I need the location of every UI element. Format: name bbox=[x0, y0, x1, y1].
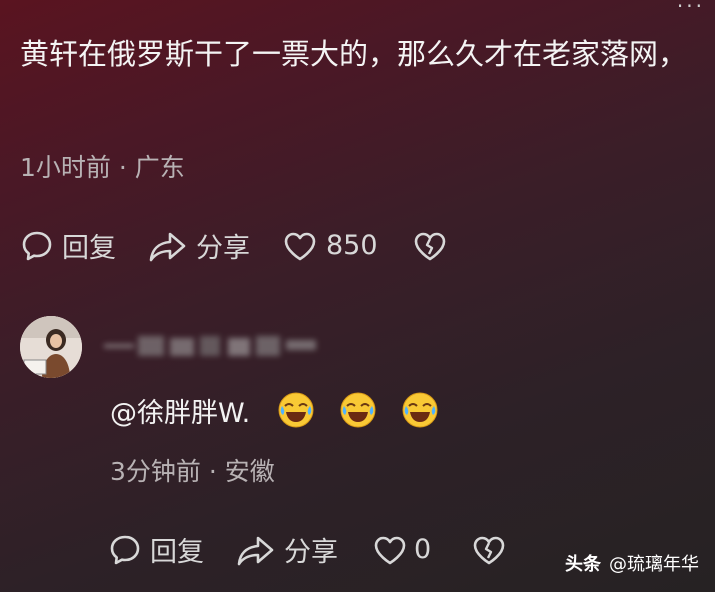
user-photo bbox=[20, 316, 82, 378]
avatar[interactable] bbox=[20, 316, 82, 378]
comment-actions: 回复 分享 850 bbox=[20, 226, 448, 265]
reply-label: 回复 bbox=[62, 233, 116, 264]
crying-laughing-emoji-icon bbox=[278, 392, 314, 428]
share-arrow-icon bbox=[149, 232, 186, 261]
like-button[interactable]: 850 bbox=[282, 229, 378, 263]
comment-meta: 1小时前 · 广东 bbox=[20, 153, 185, 182]
reply-label: 回复 bbox=[150, 537, 204, 568]
mention-link[interactable]: @徐胖胖W. bbox=[110, 391, 250, 430]
like-count: 850 bbox=[326, 230, 378, 261]
broken-heart-icon bbox=[414, 232, 445, 260]
reply-button[interactable]: 回复 bbox=[108, 530, 204, 569]
heart-icon bbox=[374, 536, 406, 564]
blurred-username bbox=[104, 332, 324, 358]
watermark-brand: 头条 bbox=[565, 554, 601, 575]
share-button[interactable]: 分享 bbox=[236, 530, 338, 569]
crying-laughing-emoji-icon bbox=[402, 392, 438, 428]
share-label: 分享 bbox=[284, 537, 338, 568]
chat-bubble-icon bbox=[110, 535, 140, 564]
broken-heart-icon bbox=[473, 536, 505, 564]
share-button[interactable]: 分享 bbox=[148, 226, 250, 265]
heart-icon bbox=[284, 232, 316, 260]
share-label: 分享 bbox=[196, 233, 250, 264]
dislike-button[interactable] bbox=[471, 533, 507, 567]
share-arrow-icon bbox=[237, 536, 274, 565]
like-button[interactable]: 0 bbox=[372, 533, 431, 567]
watermark: 头条 @琉璃年华 bbox=[565, 550, 699, 576]
watermark-handle: @琉璃年华 bbox=[609, 554, 699, 575]
chat-bubble-icon bbox=[22, 231, 52, 260]
reply-button[interactable]: 回复 bbox=[20, 226, 116, 265]
reply-actions: 回复 分享 0 bbox=[108, 530, 507, 569]
like-count: 0 bbox=[414, 534, 432, 565]
comment-text: 黄轩在俄罗斯干了一票大的，那么久才在老家落网， bbox=[20, 37, 688, 71]
dislike-button[interactable] bbox=[412, 229, 448, 263]
more-options-icon[interactable]: ··· bbox=[677, 0, 705, 18]
crying-laughing-emoji-icon bbox=[340, 392, 376, 428]
reply-text: @徐胖胖W. bbox=[110, 388, 440, 432]
reply-meta: 3分钟前 · 安徽 bbox=[110, 457, 275, 486]
